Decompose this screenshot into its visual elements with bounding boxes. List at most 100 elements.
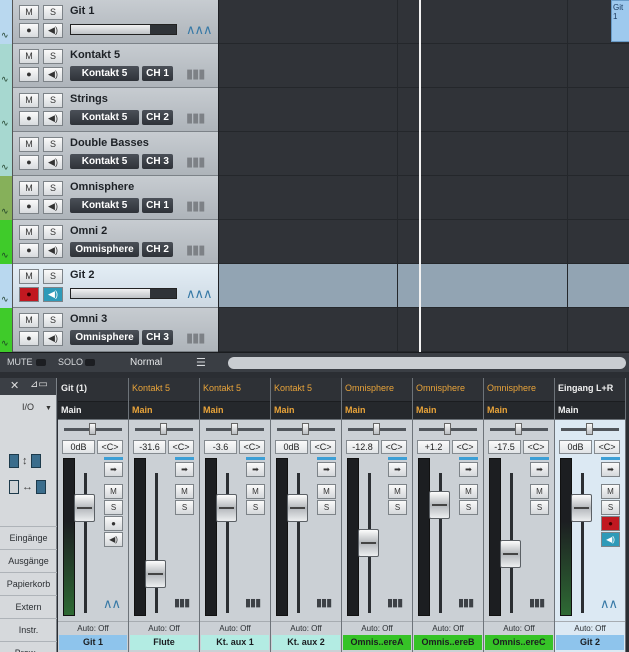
track-mute-button[interactable]: M (19, 137, 39, 152)
mixer-channel[interactable]: Eingang L+R Main 0dB <C> ➡ M S ● ◀) ∧∧ Aut… (555, 378, 626, 652)
channel-header[interactable]: Kontakt 5 (129, 378, 199, 402)
channel-name[interactable]: Kt. aux 1 (201, 635, 269, 650)
playhead[interactable] (419, 0, 421, 352)
mute-all-label[interactable]: MUTE (7, 357, 33, 367)
track-color-strip[interactable]: ∿ (0, 0, 13, 44)
channel-name[interactable]: Omnis..ereC (485, 635, 553, 650)
mixer-channel[interactable]: Kontakt 5 Main 0dB <C> ➡ M S ▮▮▮ Auto: Off… (271, 378, 342, 652)
insert-arrow-button[interactable]: ➡ (175, 462, 194, 477)
instrument-selector[interactable]: Kontakt 5 (70, 154, 139, 169)
audio-clip[interactable]: Git 1 (611, 0, 629, 42)
record-arm-button[interactable]: ● (19, 199, 39, 214)
channel-instrument[interactable]: Omnisphere (416, 383, 465, 393)
record-arm-button[interactable]: ● (19, 287, 39, 302)
channel-header[interactable]: Omnisphere (484, 378, 554, 402)
insert-arrow-button[interactable]: ➡ (601, 462, 620, 477)
insert-arrow-button[interactable]: ➡ (530, 462, 549, 477)
automation-mode[interactable]: Auto: Off (555, 621, 625, 635)
channel-header[interactable]: Eingang L+R (555, 378, 625, 402)
track-row[interactable]: ∿ M S ● ◀) Strings Kontakt 5 CH 2 ▮▮▮ (0, 88, 218, 132)
channel-output[interactable]: Main (129, 402, 199, 420)
channel-solo-button[interactable]: S (530, 500, 549, 515)
insert-arrow-button[interactable]: ➡ (104, 462, 123, 477)
track-color-strip[interactable]: ∿ (0, 308, 13, 352)
chevron-down-icon[interactable]: ▼ (45, 405, 52, 412)
insert-arrow-button[interactable]: ➡ (246, 462, 265, 477)
track-name[interactable]: Omni 3 (70, 313, 107, 325)
pan-readout[interactable]: <C> (381, 440, 407, 454)
channel-mute-button[interactable]: M (459, 484, 478, 499)
close-icon[interactable]: ✕ (10, 379, 19, 392)
insert-arrow-button[interactable]: ➡ (388, 462, 407, 477)
channel-name[interactable]: Git 1 (59, 635, 127, 650)
monitor-button[interactable]: ◀) (43, 67, 63, 82)
instrument-selector[interactable]: Kontakt 5 (70, 110, 139, 125)
monitor-button[interactable]: ◀) (43, 111, 63, 126)
height-large-icon[interactable] (30, 454, 41, 468)
channel-selector[interactable]: CH 2 (142, 110, 173, 125)
channel-output[interactable]: Main (200, 402, 270, 420)
pan-readout[interactable]: <C> (452, 440, 478, 454)
channel-selector[interactable]: CH 2 (142, 242, 173, 257)
automation-mode[interactable]: Auto: Off (271, 621, 341, 635)
channel-instrument[interactable]: Eingang L+R (558, 383, 613, 393)
mixer-channel[interactable]: Omnisphere Main -12.8 <C> ➡ M S ▮▮▮ Auto: … (342, 378, 413, 652)
insert-arrow-button[interactable]: ➡ (317, 462, 336, 477)
volume-fader[interactable] (287, 494, 308, 522)
track-name[interactable]: Git 1 (70, 5, 94, 17)
track-solo-button[interactable]: S (43, 313, 63, 328)
mixer-channel[interactable]: Kontakt 5 Main -31.6 <C> ➡ M S ▮▮▮ Auto: O… (129, 378, 200, 652)
channel-mute-button[interactable]: M (317, 484, 336, 499)
automation-mode[interactable]: Auto: Off (484, 621, 554, 635)
channel-instrument[interactable]: Kontakt 5 (274, 383, 312, 393)
track-row[interactable]: ∿ M S ● ◀) Git 2 ∧∧∧ (0, 264, 218, 308)
volume-fader[interactable] (74, 494, 95, 522)
track-color-strip[interactable]: ∿ (0, 264, 13, 308)
fader-track[interactable] (155, 473, 158, 613)
monitor-button[interactable]: ◀) (43, 23, 63, 38)
record-arm-button[interactable]: ● (19, 111, 39, 126)
track-mode-label[interactable]: Normal (130, 357, 162, 368)
horizontal-scrollbar[interactable] (228, 357, 626, 369)
pan-readout[interactable]: <C> (523, 440, 549, 454)
track-row[interactable]: ∿ M S ● ◀) Omnisphere Kontakt 5 CH 1 ▮▮▮ (0, 176, 218, 220)
record-arm-button[interactable]: ● (19, 155, 39, 170)
mixer-side-item[interactable]: Instr. (0, 618, 57, 640)
menu-icon[interactable]: ☰ (196, 356, 206, 369)
track-color-strip[interactable]: ∿ (0, 44, 13, 88)
pan-readout[interactable]: <C> (239, 440, 265, 454)
channel-output[interactable]: Main (484, 402, 554, 420)
channel-mute-button[interactable]: M (246, 484, 265, 499)
record-arm-button[interactable]: ● (19, 67, 39, 82)
channel-solo-button[interactable]: S (104, 500, 123, 515)
width-wide-icon[interactable] (36, 480, 46, 494)
channel-output[interactable]: Main (58, 402, 128, 420)
channel-output[interactable]: Main (555, 402, 625, 420)
channel-record-button[interactable]: ● (601, 516, 620, 531)
track-solo-button[interactable]: S (43, 269, 63, 284)
pin-icon[interactable]: ⊿▭ (30, 379, 48, 390)
channel-selector[interactable]: CH 1 (142, 66, 173, 81)
pan-readout[interactable]: <C> (594, 440, 620, 454)
channel-solo-button[interactable]: S (601, 500, 620, 515)
mixer-side-item[interactable]: Eingänge (0, 526, 57, 548)
instrument-selector[interactable]: Omnisphere (70, 330, 139, 345)
track-volume-slider[interactable] (70, 24, 177, 35)
channel-solo-button[interactable]: S (459, 500, 478, 515)
track-row[interactable]: ∿ M S ● ◀) Kontakt 5 Kontakt 5 CH 1 ▮▮▮ (0, 44, 218, 88)
pan-readout[interactable]: <C> (310, 440, 336, 454)
channel-header[interactable]: Git (1) (58, 378, 128, 402)
track-row[interactable]: ∿ M S ● ◀) Omni 2 Omnisphere CH 2 ▮▮▮ (0, 220, 218, 264)
track-name[interactable]: Omnisphere (70, 181, 134, 193)
track-solo-button[interactable]: S (43, 225, 63, 240)
channel-record-button[interactable]: ● (104, 516, 123, 531)
channel-header[interactable]: Kontakt 5 (200, 378, 270, 402)
mixer-channel[interactable]: Omnisphere Main -17.5 <C> ➡ M S ▮▮▮ Auto: … (484, 378, 555, 652)
channel-name[interactable]: Git 2 (556, 635, 624, 650)
volume-fader[interactable] (145, 559, 166, 588)
channel-mute-button[interactable]: M (601, 484, 620, 499)
automation-mode[interactable]: Auto: Off (129, 621, 199, 635)
channel-header[interactable]: Omnisphere (413, 378, 483, 402)
track-name[interactable]: Strings (70, 93, 108, 105)
width-toggle[interactable]: ↔ (6, 480, 52, 496)
